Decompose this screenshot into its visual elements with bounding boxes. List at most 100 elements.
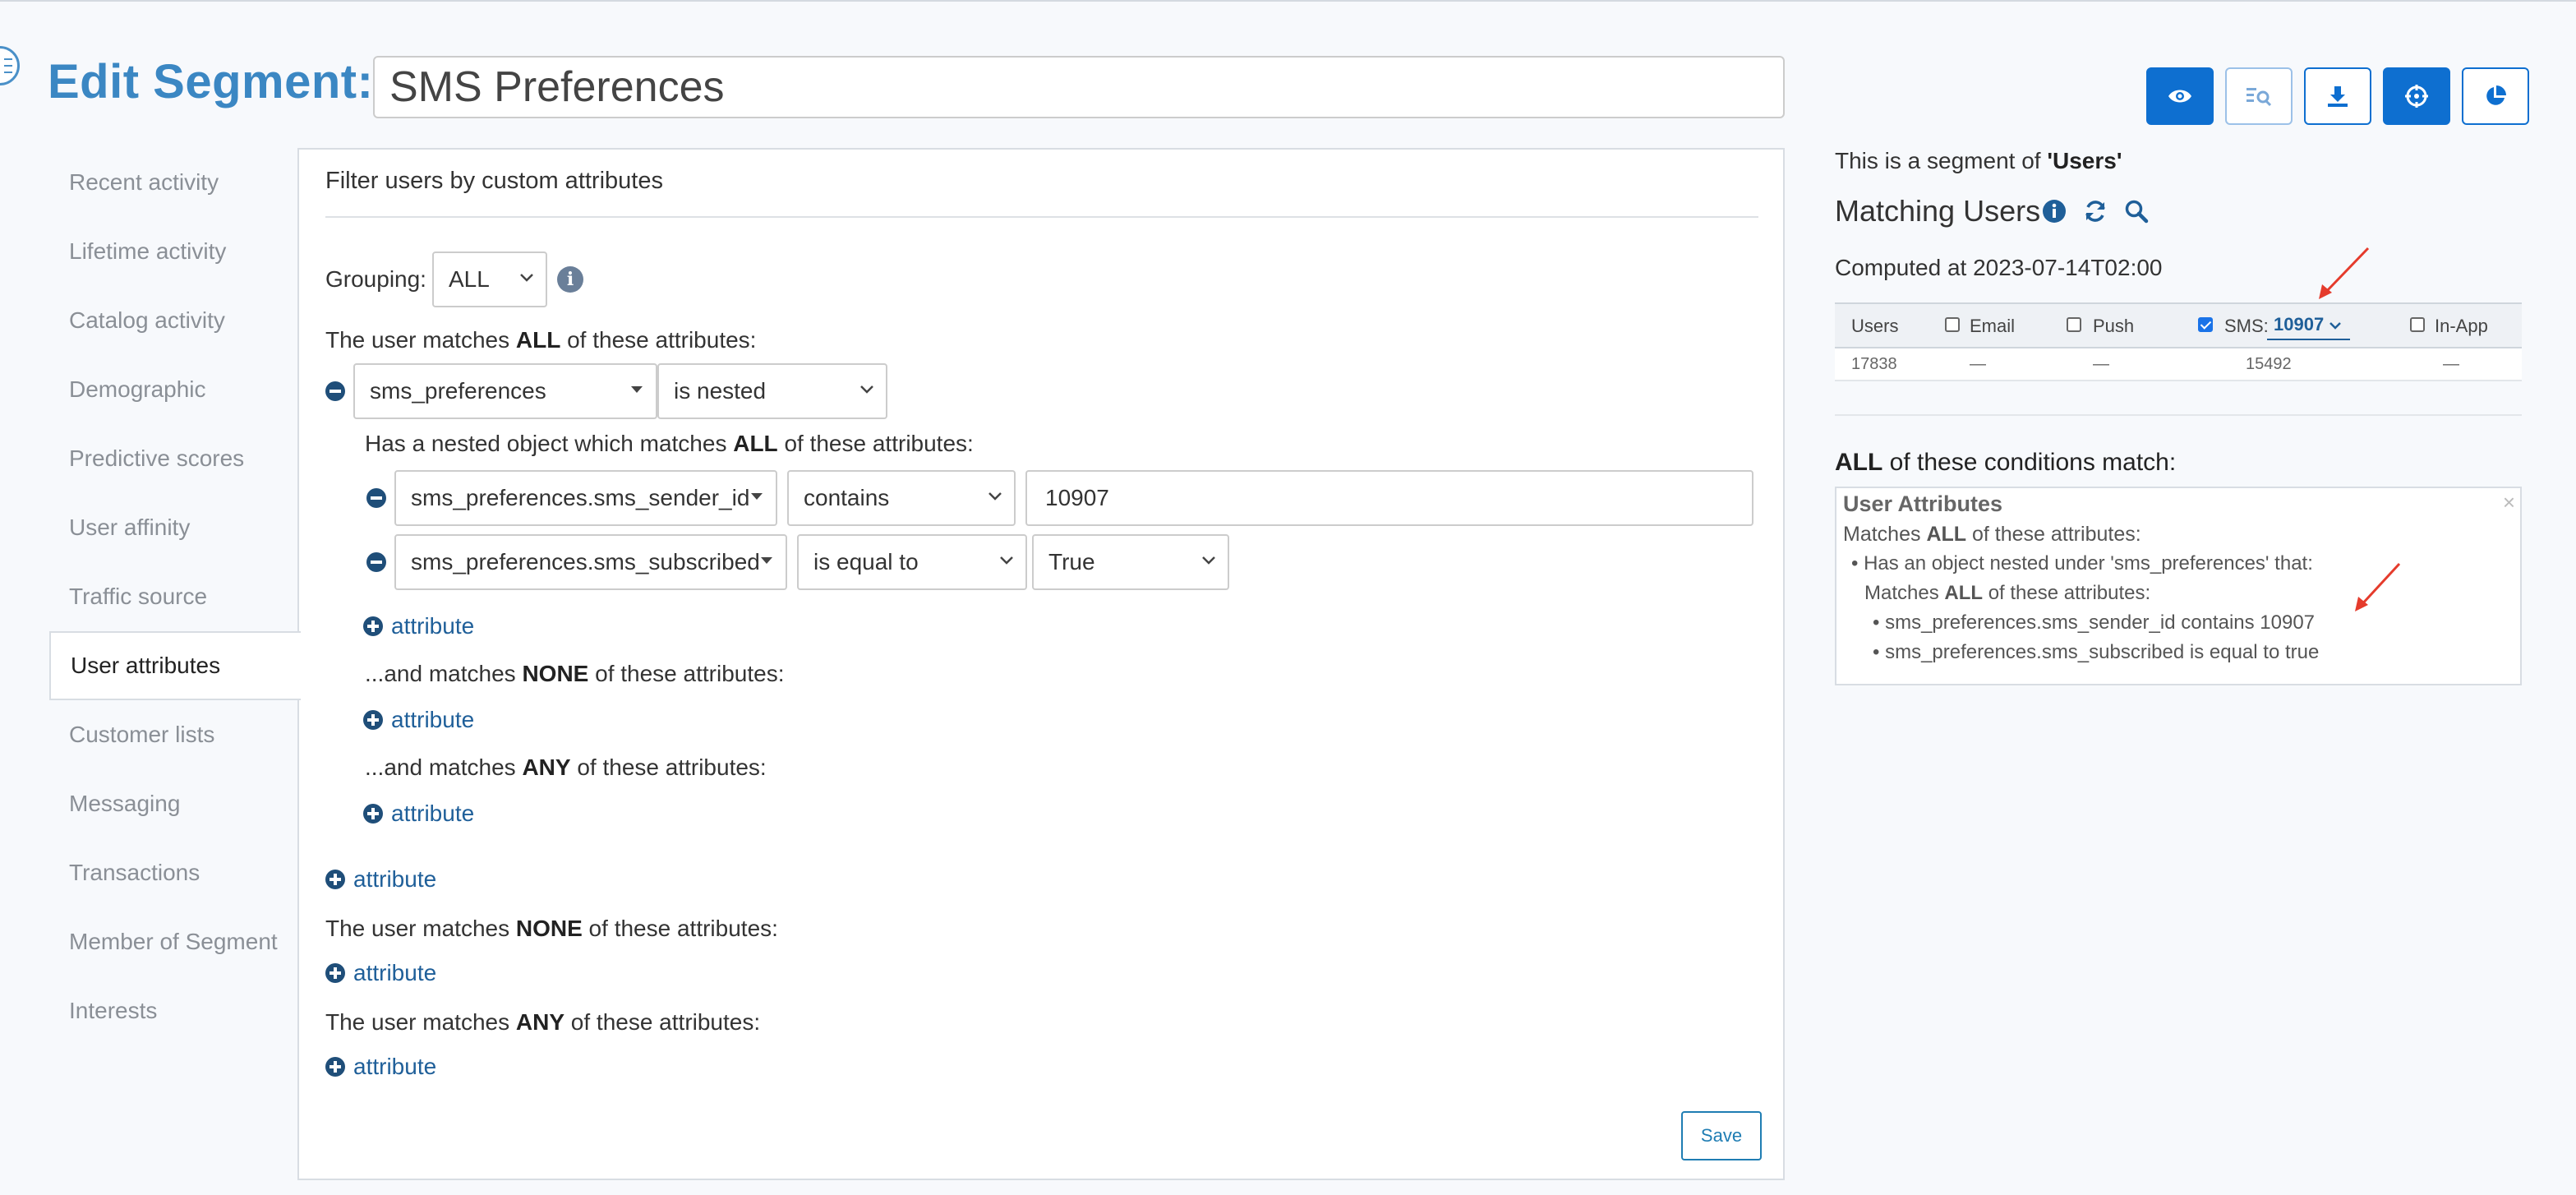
add-nested-attribute-link[interactable]: attribute bbox=[391, 613, 474, 639]
remove-nested-attribute-icon[interactable] bbox=[366, 552, 386, 572]
sidebar-item-recent-activity[interactable]: Recent activity bbox=[49, 148, 299, 217]
conditions-line: • sms_preferences.sms_sender_id contains… bbox=[1873, 611, 2316, 634]
attribute-operator-select[interactable]: is nested bbox=[657, 363, 887, 419]
inapp-count: — bbox=[2443, 355, 2459, 373]
nested-operator-select[interactable]: is equal to bbox=[797, 534, 1027, 590]
sms-checkbox[interactable] bbox=[2198, 317, 2213, 332]
chevron-down-icon bbox=[1202, 556, 1215, 565]
conditions-line: • sms_preferences.sms_subscribed is equa… bbox=[1873, 641, 2320, 663]
conditions-line: Matches ALL of these attributes: bbox=[1843, 523, 2141, 546]
sidebar-item-lifetime-activity[interactable]: Lifetime activity bbox=[49, 217, 299, 286]
info-icon[interactable] bbox=[2042, 199, 2067, 224]
push-checkbox[interactable] bbox=[2067, 317, 2081, 332]
caret-down-icon bbox=[751, 493, 763, 500]
sidebar-item-member-of-segment[interactable]: Member of Segment bbox=[49, 907, 299, 976]
nested-value-input[interactable]: 10907 bbox=[1025, 470, 1753, 526]
nested-none-heading: ...and matches NONE of these attributes: bbox=[365, 661, 785, 686]
chevron-down-icon bbox=[520, 274, 533, 282]
pie-chart-icon bbox=[2486, 85, 2506, 105]
users-count: 17838 bbox=[1851, 355, 1897, 373]
sms-sender-select[interactable]: 10907 bbox=[2267, 314, 2351, 340]
sidebar-item-user-attributes[interactable]: User attributes bbox=[49, 631, 301, 700]
attribute-name-select[interactable]: sms_preferences bbox=[353, 363, 657, 419]
nested-heading: Has a nested object which matches ALL of… bbox=[365, 431, 974, 456]
search-list-icon bbox=[2247, 88, 2272, 107]
info-icon[interactable]: i bbox=[557, 266, 583, 293]
sidebar-item-messaging[interactable]: Messaging bbox=[49, 769, 299, 838]
caret-down-icon bbox=[761, 557, 772, 564]
add-any-attribute-link[interactable]: attribute bbox=[353, 1054, 436, 1080]
sidebar-item-user-affinity[interactable]: User affinity bbox=[49, 493, 299, 562]
annotation-arrow-icon bbox=[2355, 562, 2401, 611]
sidebar-item-demographic[interactable]: Demographic bbox=[49, 355, 299, 424]
nested-value-select[interactable]: True bbox=[1032, 534, 1229, 590]
conditions-title: ALL of these conditions match: bbox=[1835, 449, 2177, 476]
crosshair-icon bbox=[2405, 85, 2428, 108]
add-nested-none-icon[interactable] bbox=[363, 710, 383, 730]
sidebar-item-transactions[interactable]: Transactions bbox=[49, 838, 299, 907]
any-attributes-heading: The user matches ANY of these attributes… bbox=[325, 1009, 761, 1035]
chevron-down-icon bbox=[2329, 322, 2342, 330]
column-inapp: In-App bbox=[2435, 316, 2488, 336]
inapp-checkbox[interactable] bbox=[2410, 317, 2425, 332]
sidebar-item-catalog-activity[interactable]: Catalog activity bbox=[49, 286, 299, 355]
add-none-attribute-icon[interactable] bbox=[325, 963, 345, 983]
chevron-down-icon bbox=[1000, 556, 1013, 565]
add-none-attribute-link[interactable]: attribute bbox=[353, 960, 436, 986]
remove-attribute-icon[interactable] bbox=[325, 381, 345, 401]
eye-icon bbox=[2168, 90, 2191, 103]
chevron-down-icon bbox=[988, 492, 1002, 501]
column-sms: SMS: bbox=[2224, 316, 2269, 336]
annotation-arrow-icon bbox=[2319, 247, 2370, 299]
close-icon[interactable]: × bbox=[2503, 490, 2515, 515]
add-nested-attribute-icon[interactable] bbox=[363, 616, 383, 636]
conditions-line: Matches ALL of these attributes: bbox=[1864, 582, 2151, 604]
conditions-box: × User Attributes Matches ALL of these a… bbox=[1835, 487, 2522, 685]
nested-field-select[interactable]: sms_preferences.sms_sender_id bbox=[394, 470, 777, 526]
nested-field-select[interactable]: sms_preferences.sms_subscribed bbox=[394, 534, 787, 590]
matching-users-title: Matching Users bbox=[1835, 194, 2041, 228]
add-nested-any-link[interactable]: attribute bbox=[391, 801, 474, 827]
page-title: Edit Segment: bbox=[48, 55, 374, 108]
push-count: — bbox=[2093, 355, 2109, 373]
conditions-line: • Has an object nested under 'sms_prefer… bbox=[1851, 552, 2313, 574]
add-nested-any-icon[interactable] bbox=[363, 804, 383, 824]
target-button[interactable] bbox=[2383, 67, 2450, 125]
chevron-down-icon bbox=[860, 385, 873, 394]
grouping-select[interactable]: ALL bbox=[432, 251, 547, 307]
save-button[interactable]: Save bbox=[1681, 1111, 1762, 1160]
query-button[interactable] bbox=[2225, 67, 2293, 125]
export-button[interactable] bbox=[2304, 67, 2371, 125]
refresh-icon[interactable] bbox=[2083, 199, 2108, 224]
segment-name-input[interactable] bbox=[373, 56, 1785, 118]
conditions-heading: User Attributes bbox=[1843, 491, 2003, 516]
email-checkbox[interactable] bbox=[1945, 317, 1960, 332]
analytics-button[interactable] bbox=[2462, 67, 2529, 125]
nested-any-heading: ...and matches ANY of these attributes: bbox=[365, 754, 767, 780]
sidebar-item-traffic-source[interactable]: Traffic source bbox=[49, 562, 299, 631]
summary-divider bbox=[1835, 414, 2522, 416]
search-icon[interactable] bbox=[2124, 199, 2149, 224]
table-row: 17838 — — 15492 — bbox=[1835, 348, 2522, 381]
sidebar-item-interests[interactable]: Interests bbox=[49, 976, 299, 1045]
menu-toggle-icon[interactable] bbox=[0, 46, 20, 85]
sidebar-item-predictive-scores[interactable]: Predictive scores bbox=[49, 424, 299, 493]
grouping-label: Grouping: bbox=[325, 266, 426, 292]
sidebar-item-customer-lists[interactable]: Customer lists bbox=[49, 700, 299, 769]
nested-operator-select[interactable]: contains bbox=[787, 470, 1016, 526]
sms-count: 15492 bbox=[2246, 355, 2292, 373]
preview-button[interactable] bbox=[2146, 67, 2214, 125]
add-nested-none-link[interactable]: attribute bbox=[391, 707, 474, 733]
download-icon bbox=[2328, 86, 2348, 107]
add-all-attribute-link[interactable]: attribute bbox=[353, 866, 436, 893]
matching-users-actions bbox=[2042, 199, 2149, 224]
remove-nested-attribute-icon[interactable] bbox=[366, 488, 386, 508]
column-email: Email bbox=[1970, 316, 2016, 336]
column-push: Push bbox=[2093, 316, 2135, 336]
add-any-attribute-icon[interactable] bbox=[325, 1057, 345, 1077]
all-attributes-heading: The user matches ALL of these attributes… bbox=[325, 327, 757, 353]
filter-panel: Filter users by custom attributes Groupi… bbox=[297, 148, 1785, 1180]
panel-title: Filter users by custom attributes bbox=[325, 168, 663, 194]
add-all-attribute-icon[interactable] bbox=[325, 870, 345, 889]
column-users: Users bbox=[1851, 316, 1899, 336]
